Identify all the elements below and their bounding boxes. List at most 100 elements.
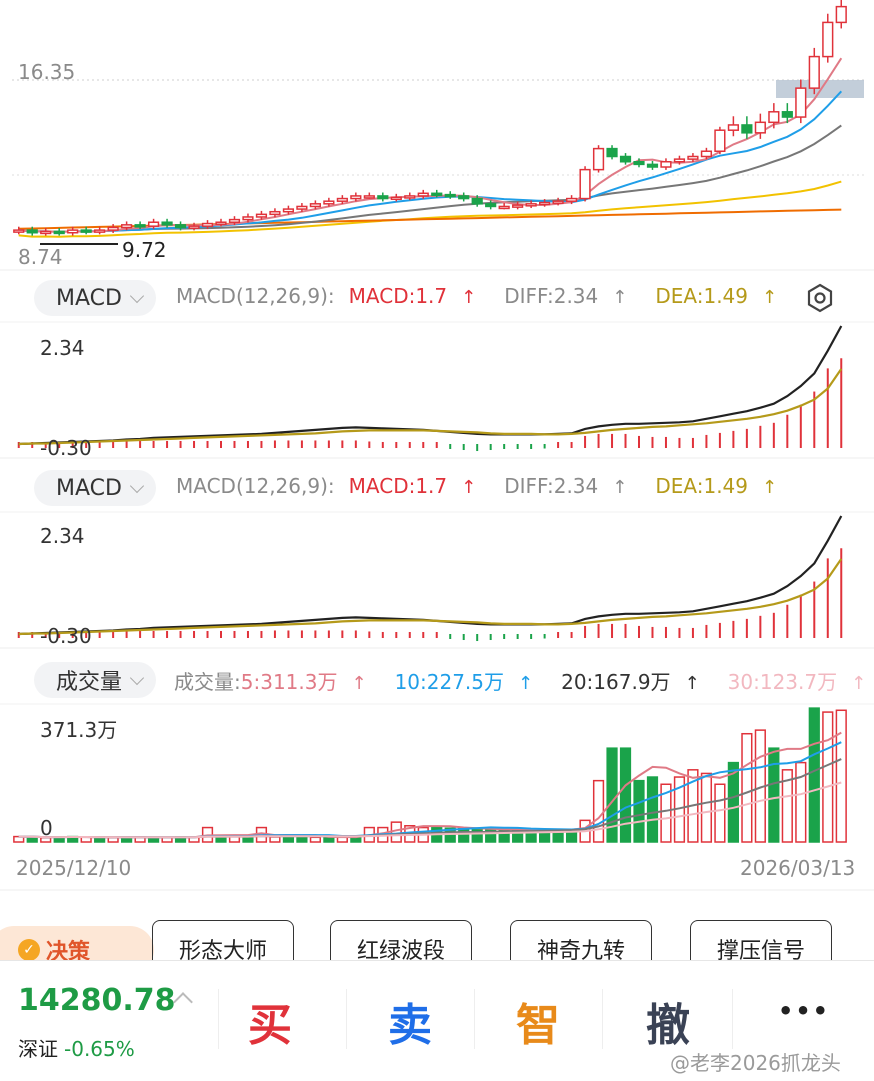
volume-bar (741, 732, 753, 843)
volume-bar (619, 747, 632, 843)
candle-body (552, 200, 564, 204)
candle-body (26, 229, 38, 234)
tab-label: 红绿波段 (356, 939, 445, 960)
volume-bar (458, 827, 470, 843)
divider (218, 989, 219, 1049)
smart-button[interactable]: 智 (488, 989, 588, 1053)
candle-body (525, 203, 537, 207)
candle-body (94, 229, 106, 233)
tab-label: 神奇九转 (536, 939, 625, 960)
macd-selector-2[interactable]: MACD (34, 470, 156, 506)
tab-red-green-band[interactable]: 红绿波段 (330, 920, 472, 960)
volume-zero-value: 0 (40, 816, 53, 840)
candle-body (404, 195, 416, 199)
up-arrow-icon: ↑ (684, 673, 700, 694)
up-arrow-icon: ↑ (762, 287, 778, 308)
candle-body (377, 195, 389, 200)
diff-line-1 (18, 325, 843, 446)
candle-body (444, 193, 456, 198)
volume-selector-label: 成交量 (56, 670, 123, 695)
candle-body (174, 224, 187, 229)
candle-body (727, 124, 739, 131)
up-arrow-icon: ↑ (461, 287, 477, 308)
tab-support-resistance[interactable]: 撑压信号 (690, 920, 832, 960)
candle-body (646, 163, 659, 168)
candle-body (498, 205, 510, 210)
candle-body (417, 192, 429, 197)
candle-body (687, 155, 699, 160)
volume-bar (808, 707, 820, 843)
volume-bar (768, 747, 780, 843)
diff-line-2 (18, 515, 843, 636)
volume-top-value: 371.3万 (40, 718, 118, 742)
macd-params-2-name: MACD(12,26,9): (176, 474, 335, 498)
candle-body (579, 168, 591, 200)
macd-selector-1-label: MACD (56, 285, 122, 311)
candle-body (431, 192, 443, 197)
volume-bar (835, 709, 847, 843)
candle-body (808, 55, 820, 89)
buy-button[interactable]: 买 (220, 989, 320, 1053)
candle-body (296, 205, 308, 210)
price-marker-label: 9.72 (122, 238, 167, 262)
macd-1-top-value: 2.34 (40, 336, 85, 360)
index-name: 深证 (18, 1037, 58, 1061)
candle-body (134, 224, 146, 228)
volume-bar (296, 836, 308, 843)
settings-hexagon-icon[interactable] (804, 282, 836, 314)
volume-bar (107, 836, 119, 843)
macd-value-2: MACD:1.7 (348, 474, 448, 498)
macd-value-1: MACD:1.7 (348, 284, 448, 308)
decision-label: 决策 (46, 940, 91, 960)
candle-body (121, 224, 133, 229)
watermark-text: @老李2026抓龙头 (670, 1051, 841, 1075)
volume-bar (121, 836, 133, 843)
chevron-up-icon[interactable] (173, 992, 193, 1012)
candle-body (539, 201, 551, 206)
volume-bar (309, 836, 321, 843)
tab-label: 形态大师 (178, 939, 267, 960)
candle-body (242, 216, 254, 221)
volume-selector[interactable]: 成交量 (34, 662, 157, 698)
decision-button[interactable]: ✓ 决策 (0, 926, 154, 960)
volume-bar (242, 836, 254, 843)
volume-bar (646, 776, 659, 843)
up-arrow-icon: ↑ (461, 477, 477, 498)
candle-body (754, 121, 766, 134)
up-arrow-icon: ↑ (612, 287, 628, 308)
candle-body (714, 129, 726, 152)
index-value[interactable]: 14280.78 (18, 983, 176, 1018)
dea-line-1 (18, 368, 843, 446)
macd-1-bottom-value: -0.30 (40, 436, 92, 460)
sell-button[interactable]: 卖 (360, 989, 460, 1053)
dea-line-2 (18, 558, 843, 636)
volume-bar (592, 779, 605, 843)
candle-body (471, 197, 483, 205)
tab-magic-nine[interactable]: 神奇九转 (510, 920, 652, 960)
candle-body (673, 158, 686, 163)
up-arrow-icon: ↑ (851, 673, 867, 694)
index-name-row: 深证 -0.65% (18, 1033, 135, 1062)
macd-selector-2-label: MACD (56, 475, 122, 501)
volume-ma5: 5:311.3万 (240, 670, 338, 694)
candle-body (565, 197, 578, 202)
volume-ma20: 20:167.9万 (561, 670, 671, 694)
candle-body (768, 111, 780, 124)
date-axis-start: 2025/12/10 (16, 856, 132, 880)
candle-body (606, 147, 618, 158)
candle-body (13, 229, 25, 233)
cancel-order-button[interactable]: 撤 (618, 989, 718, 1053)
macd-selector-1[interactable]: MACD (34, 280, 156, 316)
candle-body (485, 203, 497, 208)
tab-pattern-master[interactable]: 形态大师 (152, 920, 294, 960)
divider (474, 989, 475, 1049)
volume-bar (700, 772, 713, 843)
candle-body (458, 195, 470, 200)
up-arrow-icon: ↑ (612, 477, 628, 498)
candle-body (147, 221, 160, 227)
more-button[interactable]: ••• (754, 997, 854, 1025)
candle-body (619, 155, 632, 163)
macd-params-1: MACD(12,26,9): MACD:1.7 ↑ DIFF:2.34 ↑ DEA:1.4… (176, 284, 805, 308)
volume-ma30: 30:123.7万 (727, 670, 838, 694)
candle-body (228, 218, 241, 223)
